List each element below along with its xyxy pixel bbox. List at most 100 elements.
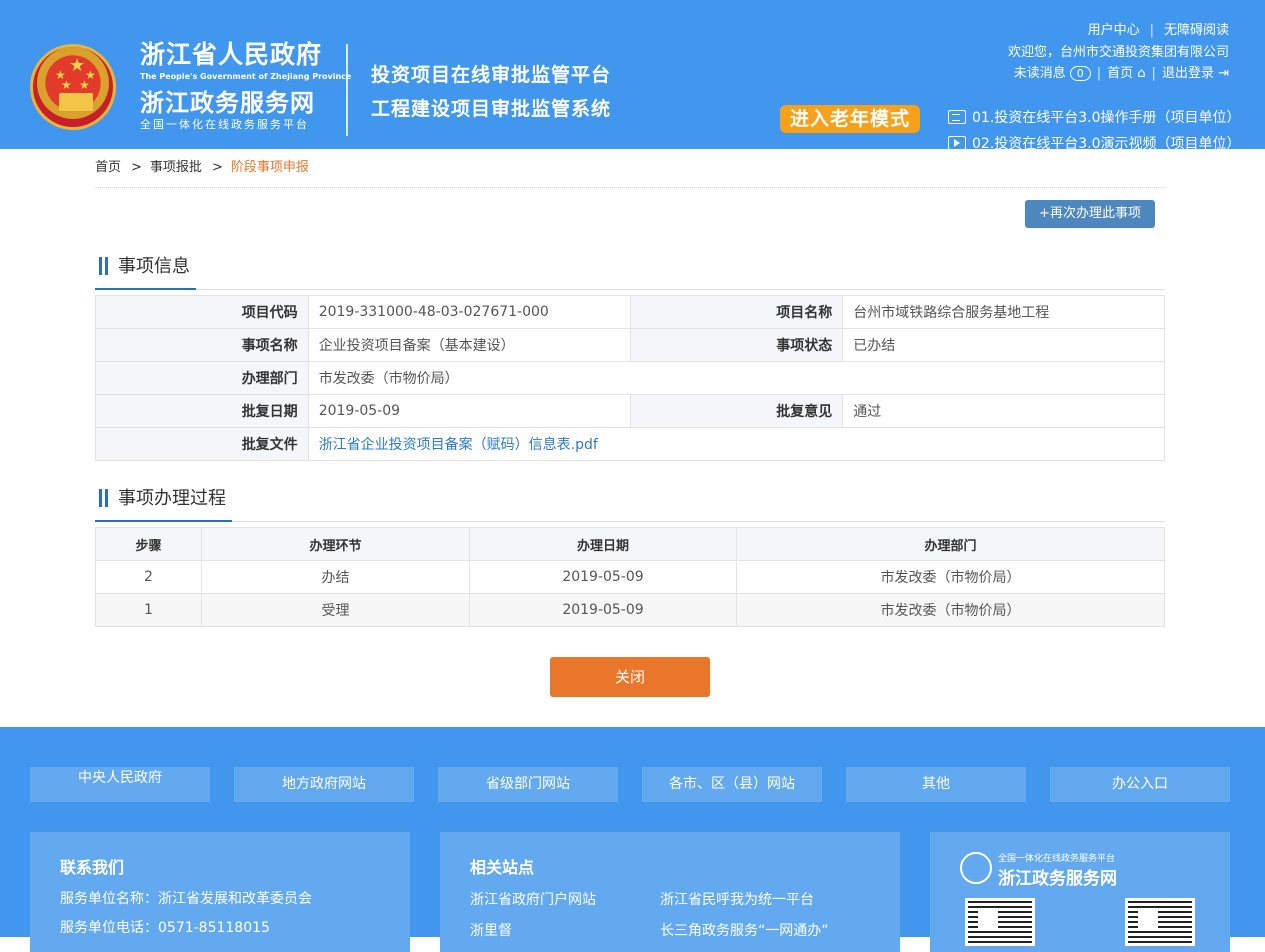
item-status-label: 事项状态 (629, 328, 844, 362)
table-row: 批复日期 2019-05-09 批复意见 通过 (95, 394, 1165, 428)
user-actions: 未读消息 0 | 首页 ⌂ | 退出登录 ⇥ (1014, 62, 1229, 81)
table-cell: 办结 (201, 560, 470, 594)
unread-count: 0 (1069, 66, 1091, 81)
zwfw-logo-icon (960, 852, 992, 884)
table-cell: 市发改委（市物价局） (736, 560, 1165, 594)
table-row: 2 办结 2019-05-09 市发改委（市物价局） (95, 560, 1165, 594)
service-name: 浙江政务服务网 (140, 88, 315, 117)
logout-label: 退出登录 (1161, 66, 1214, 81)
approve-file-label: 批复文件 (95, 427, 309, 461)
section-bar-icon (99, 489, 102, 507)
breadcrumb: 首页 > 事项报批 > 阶段事项申报 (95, 156, 309, 175)
section-bar-icon (105, 257, 108, 275)
table-cell: 2 (95, 560, 202, 594)
dept-value: 市发改委（市物价局） (307, 361, 1166, 395)
approve-date-value: 2019-05-09 (307, 394, 631, 428)
table-row: 办理部门 市发改委（市物价局） (95, 361, 1166, 395)
table-row: 批复文件 浙江省企业投资项目备案（赋码）信息表.pdf (95, 427, 1166, 461)
logout-icon: ⇥ (1218, 66, 1229, 81)
footer-nav-office[interactable]: 办公入口 (1050, 767, 1230, 802)
info-table: 项目代码 2019-331000-48-03-027671-000 项目名称 台… (95, 295, 1166, 461)
divider: | (1149, 23, 1154, 38)
manual-link-2[interactable]: 02.投资在线平台3.0演示视频（项目单位） (948, 133, 1241, 153)
header-divider (346, 44, 348, 136)
welcome-text: 欢迎您，台州市交通投资集团有限公司 (1007, 45, 1229, 60)
qr-code-icon (965, 898, 1035, 946)
accessible-link[interactable]: 无障碍阅读 (1164, 19, 1229, 38)
table-cell: 2019-05-09 (469, 560, 737, 594)
home-label: 首页 (1107, 66, 1134, 81)
footer-nav-province-dept[interactable]: 省级部门网站 (438, 767, 618, 802)
footer-nav-central-gov[interactable]: 中央人民政府 (30, 767, 210, 802)
top-links: 用户中心 | 无障碍阅读 (1088, 19, 1229, 38)
breadcrumb-current: 阶段事项申报 (230, 160, 309, 175)
table-cell: 受理 (201, 593, 470, 627)
column-header: 办理部门 (736, 527, 1165, 561)
item-name-label: 事项名称 (95, 328, 309, 362)
footer: 中央人民政府 地方政府网站 省级部门网站 各市、区（县）网站 其他 办公入口 联… (0, 727, 1265, 952)
related-link[interactable]: 浙江省政府门户网站 (470, 889, 596, 909)
approve-opinion-value: 通过 (842, 394, 1165, 428)
zwfw-name: 浙江政务服务网 (998, 869, 1117, 889)
project-name-value: 台州市域铁路综合服务基地工程 (842, 295, 1165, 329)
contact-phone: 服务单位电话：0571-85118015 (60, 920, 270, 936)
national-emblem-icon: ★ ★ ★ ★ ★ (30, 44, 116, 130)
home-link[interactable]: 首页 ⌂ (1107, 62, 1145, 81)
elder-mode-button[interactable]: 进入老年模式 (780, 105, 920, 133)
section-bar-icon (99, 257, 102, 275)
project-code-label: 项目代码 (95, 295, 309, 329)
related-link[interactable]: 长三角政务服务“一网通办” (660, 920, 829, 940)
breadcrumb-sep: > (131, 160, 142, 175)
table-row: 项目代码 2019-331000-48-03-027671-000 项目名称 台… (95, 295, 1165, 329)
breadcrumb-home[interactable]: 首页 (95, 160, 121, 175)
table-cell: 1 (95, 593, 202, 627)
brand-logo[interactable]: 浙江省人民政府 The People's Government of Zheji… (140, 40, 351, 132)
handle-again-button[interactable]: +再次办理此事项 (1025, 200, 1155, 228)
footer-nav-other[interactable]: 其他 (846, 767, 1026, 802)
section-bar-icon (105, 489, 108, 507)
item-name-value: 企业投资项目备案（基本建设） (307, 328, 631, 362)
home-icon: ⌂ (1137, 66, 1146, 81)
footer-nav-city-county[interactable]: 各市、区（县）网站 (642, 767, 822, 802)
contact-title: 联系我们 (60, 858, 125, 877)
header: ★ ★ ★ ★ ★ 浙江省人民政府 The People's Governmen… (0, 0, 1265, 152)
process-table: 步骤 办理环节 办理日期 办理部门 2 办结 2019-05-09 市发改委（市… (95, 527, 1165, 627)
manual-label-1: 01.投资在线平台3.0操作手册（项目单位） (972, 110, 1241, 126)
approve-file-link[interactable]: 浙江省企业投资项目备案（赋码）信息表.pdf (307, 427, 1166, 461)
manual-label-2: 02.投资在线平台3.0演示视频（项目单位） (972, 136, 1241, 152)
approve-date-label: 批复日期 (95, 394, 309, 428)
related-link[interactable]: 浙江省民呼我为统一平台 (660, 889, 814, 909)
dept-label: 办理部门 (95, 361, 309, 395)
table-cell: 市发改委（市物价局） (736, 593, 1165, 627)
system-title-1: 投资项目在线审批监管平台 (371, 64, 612, 86)
related-title: 相关站点 (470, 858, 535, 877)
column-header: 办理环节 (201, 527, 470, 561)
user-center-link[interactable]: 用户中心 (1088, 19, 1140, 38)
service-sub: 全国一体化在线政务服务平台 (140, 118, 309, 131)
unread-link[interactable]: 未读消息 0 (1014, 62, 1091, 81)
contact-unit: 服务单位名称：浙江省发展和改革委员会 (60, 891, 312, 907)
contact-box: 联系我们 服务单位名称：浙江省发展和改革委员会 服务单位电话：0571-8511… (30, 832, 410, 952)
zwfw-sub: 全国一体化在线政务服务平台 (998, 854, 1116, 864)
qr-code-icon (1125, 898, 1195, 946)
table-row: 事项名称 企业投资项目备案（基本建设） 事项状态 已办结 (95, 328, 1165, 362)
divider: | (1096, 66, 1102, 81)
document-icon (948, 110, 966, 124)
section-header-info: 事项信息 (95, 252, 1165, 290)
video-play-icon (948, 136, 966, 150)
item-status-value: 已办结 (842, 328, 1165, 362)
close-button[interactable]: 关闭 (550, 657, 710, 697)
table-cell: 2019-05-09 (469, 593, 737, 627)
breadcrumb-item-approval[interactable]: 事项报批 (150, 160, 202, 175)
unread-label: 未读消息 (1013, 66, 1066, 81)
zwfw-box: 全国一体化在线政务服务平台 浙江政务服务网 (930, 832, 1230, 952)
section-title-info: 事项信息 (118, 256, 190, 277)
manual-link-1[interactable]: 01.投资在线平台3.0操作手册（项目单位） (948, 107, 1241, 127)
related-link[interactable]: 浙里督 (470, 920, 512, 940)
section-header-process: 事项办理过程 (95, 484, 1165, 522)
project-code-value: 2019-331000-48-03-027671-000 (307, 295, 631, 329)
footer-nav-local-gov[interactable]: 地方政府网站 (234, 767, 414, 802)
logout-link[interactable]: 退出登录 ⇥ (1162, 62, 1229, 81)
column-header: 办理日期 (469, 527, 737, 561)
column-header: 步骤 (95, 527, 202, 561)
